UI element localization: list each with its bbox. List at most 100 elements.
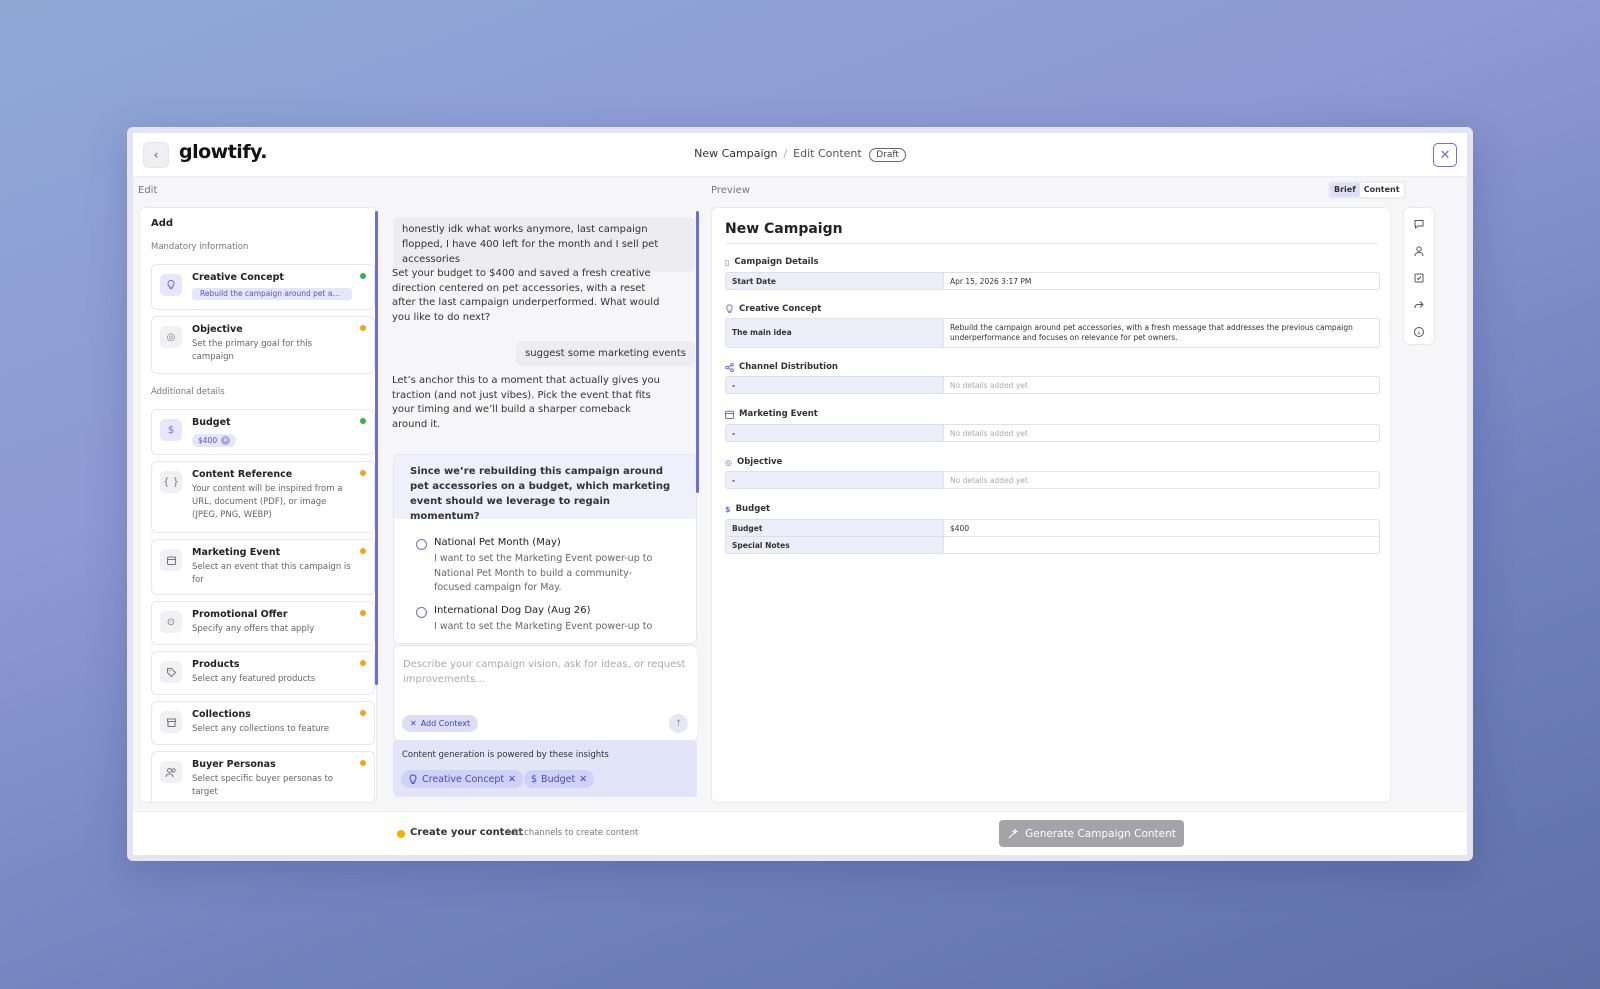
insight-chip-budget[interactable]: $ Budget ✕ [524, 770, 595, 788]
detail-key: Start Date [726, 273, 944, 289]
sidebar-scrollbar[interactable] [375, 211, 378, 685]
status-dot [360, 660, 366, 666]
detail-value: No details added yet [950, 429, 1028, 438]
detail-key: - [726, 472, 944, 488]
braces-icon: { } [160, 471, 182, 493]
detail-row: - No details added yet [725, 376, 1380, 394]
toggle-content[interactable]: Content [1359, 183, 1404, 197]
detail-key: Budget [726, 520, 944, 536]
option-title: International Dog Day (Aug 26) [434, 605, 591, 616]
sidebar-item-label: Objective [192, 324, 243, 335]
close-icon: ✕ [1439, 147, 1451, 163]
sidebar-item-label: Content Reference [192, 469, 293, 480]
chat-input[interactable]: Describe your campaign vision, ask for i… [403, 657, 693, 687]
chat-panel: honestly idk what works anymore, last ca… [389, 207, 697, 803]
sidebar: Add Mandatory information Creative Conce… [139, 207, 377, 803]
option-international-dog-day[interactable]: International Dog Day (Aug 26) I want to… [416, 605, 676, 639]
sidebar-item-label: Budget [192, 417, 231, 428]
top-bar: ‹ glowtify. New Campaign / Edit Content Dr… [133, 133, 1467, 177]
chat-message-assistant: Let’s anchor this to a moment that actua… [392, 375, 660, 430]
dollar-icon: $ [725, 504, 731, 514]
breadcrumb-separator: / [783, 147, 788, 160]
chat-icon[interactable] [1413, 218, 1426, 231]
status-dot [360, 418, 366, 424]
toggle-brief[interactable]: Brief [1330, 183, 1360, 197]
sidebar-item-promotional-offer[interactable]: ⊙ Promotional Offer Specify any offers t… [151, 601, 375, 645]
sidebar-item-collections[interactable]: Collections Select any collections to fe… [151, 701, 375, 745]
generate-campaign-button[interactable]: Generate Campaign Content [999, 820, 1184, 847]
detail-row: The main idea Rebuild the campaign aroun… [725, 318, 1380, 348]
detail-value: $400 [950, 524, 970, 533]
option-national-pet-month[interactable]: National Pet Month (May) I want to set t… [416, 537, 676, 597]
detail-key: - [726, 425, 944, 441]
radio-button[interactable] [416, 607, 427, 618]
sidebar-item-creative-concept[interactable]: Creative Concept Rebuild the campaign ar… [151, 264, 375, 310]
close-icon: ✕ [410, 719, 417, 728]
target-icon: ◎ [160, 326, 182, 348]
option-title: National Pet Month (May) [434, 537, 561, 548]
preview-panel-label: Preview [711, 185, 750, 196]
insight-chip-label: Creative Concept [422, 773, 505, 785]
remove-icon[interactable]: ✕ [579, 774, 587, 785]
concept-chip[interactable]: Rebuild the campaign around pet accessor… [192, 288, 352, 300]
status-dot [360, 325, 366, 331]
sidebar-item-desc: Select any collections to feature [192, 724, 330, 734]
detail-row: - No details added yet [725, 424, 1380, 442]
close-button[interactable]: ✕ [1433, 143, 1457, 167]
sidebar-item-label: Buyer Personas [192, 759, 276, 770]
detail-value: Apr 15, 2026 3:17 PM [950, 277, 1032, 286]
section-marketing-event: Marketing Event [725, 409, 818, 419]
chat-scrollbar[interactable] [696, 211, 699, 493]
person-icon[interactable] [1413, 245, 1426, 258]
section-campaign-details: ▯ Campaign Details [725, 257, 819, 267]
status-dot [360, 273, 366, 279]
share-arrow-icon[interactable] [1413, 299, 1426, 312]
sidebar-item-budget[interactable]: $ Budget $400 ✕ [151, 409, 375, 455]
sidebar-item-buyer-personas[interactable]: Buyer Personas Select specific buyer per… [151, 751, 375, 802]
additional-label: Additional details [151, 387, 225, 397]
archive-icon [160, 711, 182, 733]
calendar-icon [725, 410, 734, 419]
insights-panel: Content generation is powered by these i… [393, 741, 697, 797]
checklist-icon[interactable] [1413, 272, 1426, 285]
bottom-bar: Create your content Add channels to crea… [133, 811, 1467, 855]
sidebar-item-marketing-event[interactable]: Marketing Event Select an event that thi… [151, 539, 375, 595]
breadcrumb-current: Edit Content [793, 147, 862, 160]
budget-chip-label: $400 [198, 436, 218, 445]
calendar-icon [160, 549, 182, 571]
info-icon[interactable] [1413, 326, 1426, 339]
insights-title: Content generation is powered by these i… [402, 750, 609, 760]
detail-row: Budget $400 [725, 519, 1380, 537]
section-creative-concept: Creative Concept [725, 304, 821, 314]
sidebar-title: Add [151, 218, 174, 229]
add-context-label: Add Context [420, 719, 471, 728]
sidebar-item-desc: Set the primary goal for this campaign [192, 339, 313, 362]
section-budget: $ Budget [725, 504, 770, 514]
send-button[interactable]: ↑ [669, 714, 688, 733]
option-desc: I want to set the Marketing Event power-… [434, 621, 653, 632]
section-heading: Campaign Details [734, 257, 819, 267]
sidebar-item-products[interactable]: Products Select any featured products [151, 651, 375, 695]
insight-chip-creative-concept[interactable]: Creative Concept ✕ [401, 770, 524, 788]
sidebar-item-label: Products [192, 659, 240, 670]
section-heading: Marketing Event [739, 409, 818, 419]
generate-label: Generate Campaign Content [1025, 827, 1176, 840]
add-context-button[interactable]: ✕ Add Context [402, 715, 479, 732]
breadcrumb-root[interactable]: New Campaign [694, 147, 777, 160]
document-icon: ▯ [725, 257, 730, 267]
remove-icon[interactable]: ✕ [508, 774, 516, 785]
remove-icon[interactable]: ✕ [221, 436, 231, 445]
detail-value [944, 537, 1379, 553]
sidebar-item-objective[interactable]: ◎ Objective Set the primary goal for thi… [151, 316, 375, 374]
lightbulb-icon [725, 304, 734, 314]
chat-composer[interactable]: Describe your campaign vision, ask for i… [393, 645, 697, 741]
section-heading: Budget [735, 504, 771, 514]
section-objective: ◎ Objective [725, 457, 782, 467]
sidebar-item-label: Creative Concept [192, 272, 284, 283]
sidebar-item-content-reference[interactable]: { } Content Reference Your content will … [151, 461, 375, 533]
radio-button[interactable] [416, 539, 427, 550]
section-channel-distribution: Channel Distribution [725, 362, 838, 372]
dollar-icon: $ [160, 419, 182, 441]
chat-message-assistant: Set your budget to $400 and saved a fres… [392, 268, 660, 323]
budget-chip[interactable]: $400 ✕ [192, 434, 237, 447]
